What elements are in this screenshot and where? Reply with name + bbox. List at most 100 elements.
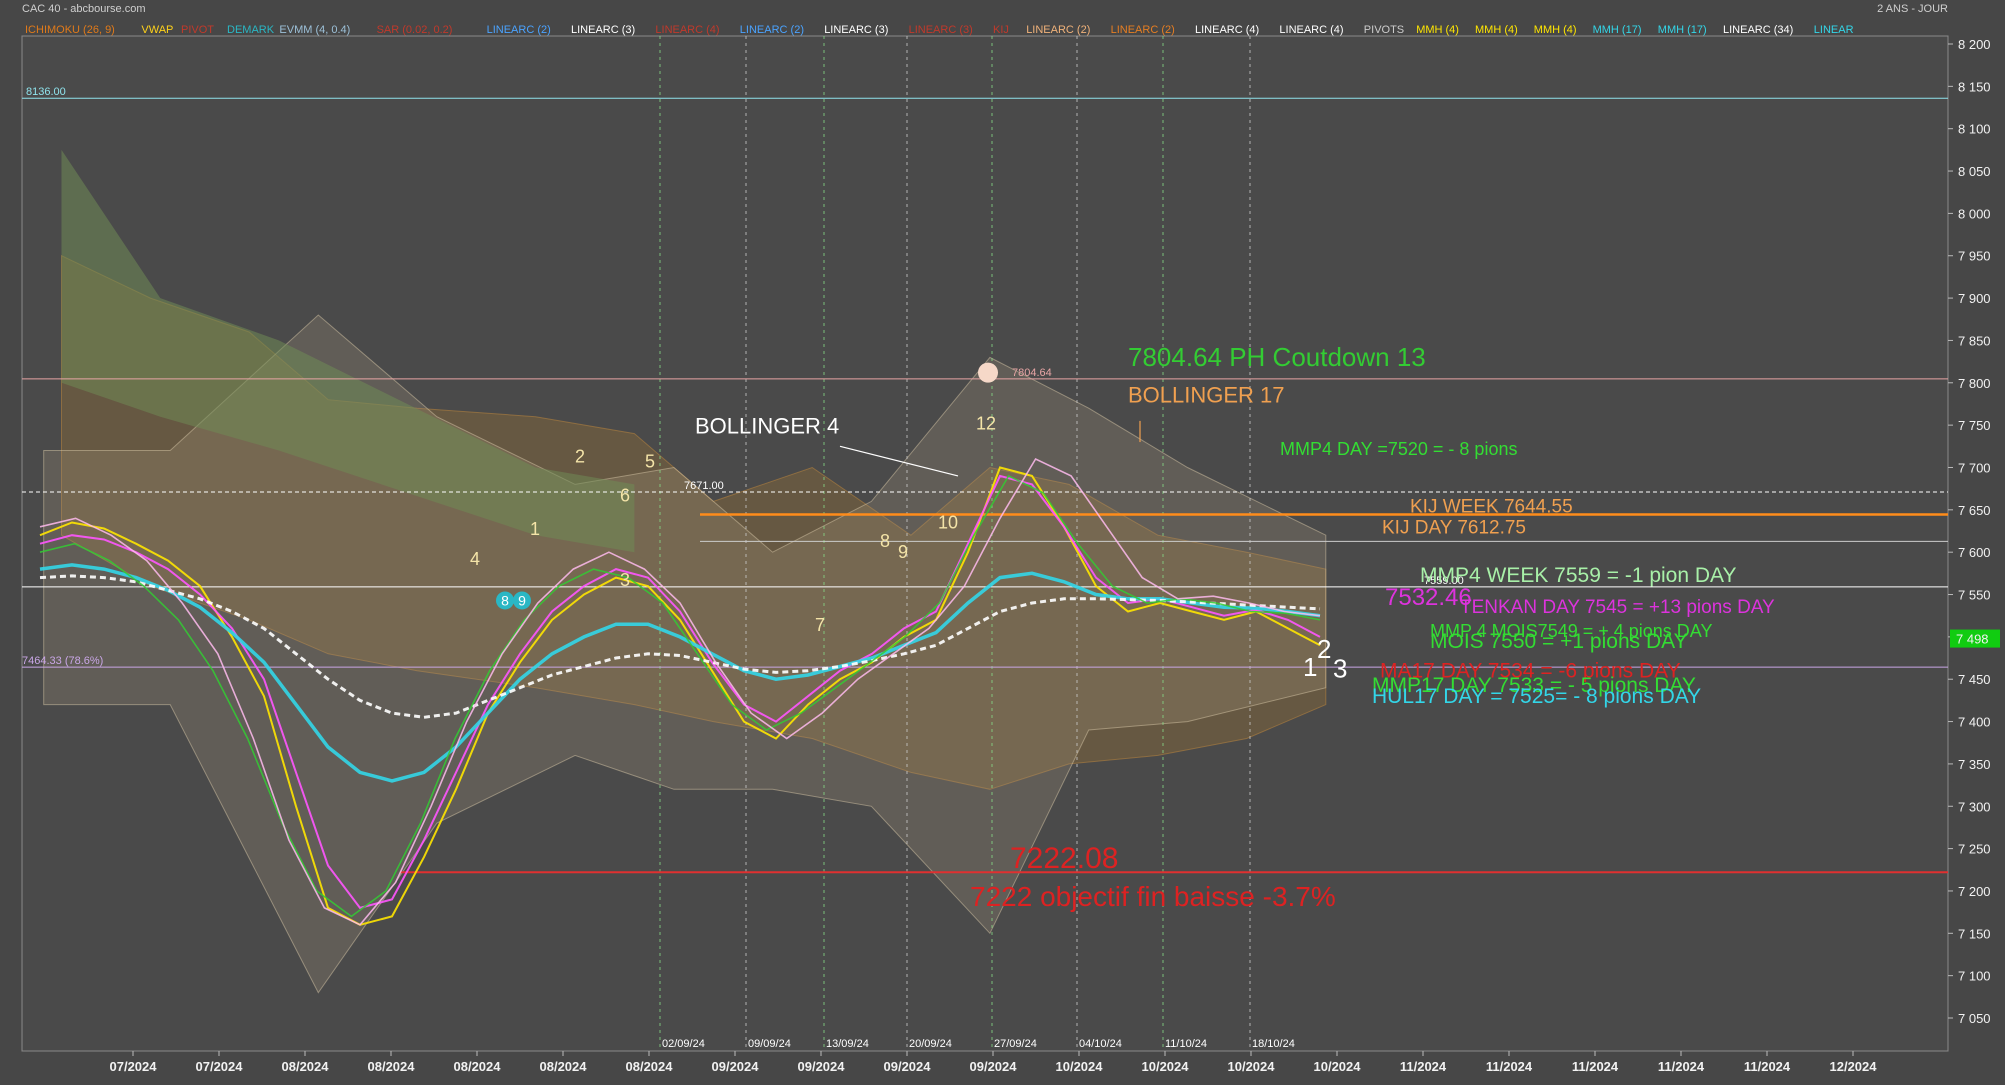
indicator-label: ICHIMOKU (26, 9) (25, 24, 115, 36)
x-tick-label: 12/2024 (1830, 1059, 1878, 1074)
indicator-label: LINEARC (2) (1111, 24, 1175, 36)
y-tick-label: 7 550 (1958, 588, 1991, 603)
indicator-label: KIJ (993, 24, 1009, 36)
y-tick-label: 8 000 (1958, 206, 1991, 221)
level-label: 8136.00 (26, 86, 66, 98)
chart-annotation: TENKAN DAY 7545 = +13 pions DAY (1460, 597, 1775, 618)
indicator-label: LINEARC (2) (740, 24, 804, 36)
x-tick-label: 08/2024 (626, 1059, 674, 1074)
indicator-label: LINEARC (2) (1026, 24, 1090, 36)
y-tick-label: 7 700 (1958, 460, 1991, 475)
y-tick-label: 7 250 (1958, 842, 1991, 857)
indicator-label: MMH (4) (1534, 24, 1577, 36)
indicator-label: LINEARC (3) (824, 24, 888, 36)
y-tick-label: 7 300 (1958, 799, 1991, 814)
y-tick-label: 8 050 (1958, 164, 1991, 179)
y-tick-label: 7 850 (1958, 333, 1991, 348)
level-label: 7671.00 (684, 480, 724, 492)
y-tick-label: 8 100 (1958, 122, 1991, 137)
y-tick-label: 7 450 (1958, 672, 1991, 687)
x-tick-label: 08/2024 (282, 1059, 330, 1074)
count-label: 12 (976, 413, 996, 433)
x-tick-label: 10/2024 (1228, 1059, 1276, 1074)
date-marker-label: 11/10/24 (1165, 1038, 1207, 1050)
y-tick-label: 7 750 (1958, 418, 1991, 433)
y-tick-label: 7 600 (1958, 545, 1991, 560)
x-tick-label: 07/2024 (196, 1059, 244, 1074)
level-label: 7464.33 (78.6%) (22, 655, 103, 667)
indicator-label: MMH (4) (1416, 24, 1459, 36)
y-tick-label: 7 150 (1958, 926, 1991, 941)
peak-marker (978, 362, 998, 383)
period-label: 2 ANS - JOUR (1877, 3, 1948, 15)
y-tick-label: 7 800 (1958, 376, 1991, 391)
indicator-label: SAR (0.02, 0.2) (377, 24, 453, 36)
chart-annotation: 7222.08 (1010, 842, 1118, 875)
date-marker-label: 18/10/24 (1252, 1038, 1295, 1050)
y-tick-label: 7 100 (1958, 969, 1991, 984)
indicator-label: PIVOT (181, 24, 214, 36)
indicator-label: EVMM (4, 0.4) (279, 24, 350, 36)
chart-annotation: MOIS 7550 = +1 pions DAY (1430, 630, 1688, 653)
y-tick-label: 7 200 (1958, 884, 1991, 899)
chart-annotation: MMP4 DAY =7520 = - 8 pions (1280, 439, 1517, 459)
x-tick-label: 08/2024 (540, 1059, 588, 1074)
count-label: 2 (575, 446, 585, 466)
y-tick-label: 7 050 (1958, 1011, 1991, 1026)
x-tick-label: 09/2024 (884, 1059, 932, 1074)
indicator-label: DEMARK (227, 24, 275, 36)
x-tick-label: 08/2024 (454, 1059, 502, 1074)
chart-annotation: 7222 objectif fin baisse -3.7% (970, 881, 1336, 912)
x-tick-label: 11/2024 (1658, 1059, 1705, 1074)
wave-label: 1 (1303, 652, 1317, 682)
x-tick-label: 09/2024 (712, 1059, 760, 1074)
count-label: 8 (880, 531, 890, 551)
x-tick-label: 10/2024 (1142, 1059, 1190, 1074)
indicator-label: MMH (17) (1593, 24, 1642, 36)
wave-label: 2 (1317, 634, 1331, 664)
y-tick-label: 7 950 (1958, 249, 1991, 264)
chart-annotation: KIJ DAY 7612.75 (1382, 518, 1526, 539)
date-marker-label: 02/09/24 (662, 1038, 705, 1050)
count-label: 4 (470, 549, 480, 569)
chart-annotation: 7532.46 (1385, 584, 1472, 611)
count-label: 3 (620, 570, 630, 590)
level-label: 7804.64 (1012, 367, 1052, 379)
x-tick-label: 11/2024 (1744, 1059, 1791, 1074)
chart-annotation: 7804.64 PH Coutdown 13 (1128, 342, 1426, 372)
date-marker-label: 13/09/24 (826, 1038, 869, 1050)
x-tick-label: 07/2024 (110, 1059, 158, 1074)
x-tick-label: 08/2024 (368, 1059, 416, 1074)
chart-annotation: BOLLINGER 4 (695, 414, 839, 439)
y-tick-label: 7 900 (1958, 291, 1991, 306)
indicator-label: LINEARC (3) (571, 24, 635, 36)
x-tick-label: 10/2024 (1056, 1059, 1104, 1074)
chart-annotation: HUL17 DAY = 7525= - 8 pions DAY (1372, 685, 1701, 708)
current-price-label: 7 498 (1956, 632, 1989, 647)
x-tick-label: 09/2024 (798, 1059, 846, 1074)
y-tick-label: 7 650 (1958, 503, 1991, 518)
indicator-label: LINEARC (34) (1723, 24, 1793, 36)
indicator-label: LINEARC (2) (487, 24, 551, 36)
count-label: 10 (938, 512, 958, 532)
date-marker-label: 27/09/24 (994, 1038, 1037, 1050)
y-tick-label: 7 400 (1958, 715, 1991, 730)
indicator-label: LINEARC (3) (909, 24, 973, 36)
x-tick-label: 09/2024 (970, 1059, 1018, 1074)
count-label: 9 (898, 542, 908, 562)
y-tick-label: 7 350 (1958, 757, 1991, 772)
indicator-label: PIVOTS (1364, 24, 1404, 36)
x-tick-label: 11/2024 (1486, 1059, 1533, 1074)
count-bubble-label: 8 (501, 592, 509, 608)
count-label: 1 (530, 519, 540, 539)
wave-label: 3 (1333, 654, 1347, 684)
x-tick-label: 11/2024 (1572, 1059, 1619, 1074)
date-marker-label: 04/10/24 (1079, 1038, 1122, 1050)
y-tick-label: 8 200 (1958, 37, 1991, 52)
chart: CAC 40 - abcbourse.com 2 ANS - JOUR ICHI… (0, 0, 2005, 1085)
count-label: 5 (645, 451, 655, 471)
indicator-label: LINEAR (1814, 24, 1854, 36)
count-label: 6 (620, 485, 630, 505)
date-marker-label: 20/09/24 (909, 1038, 952, 1050)
count-bubble-label: 9 (518, 592, 526, 608)
